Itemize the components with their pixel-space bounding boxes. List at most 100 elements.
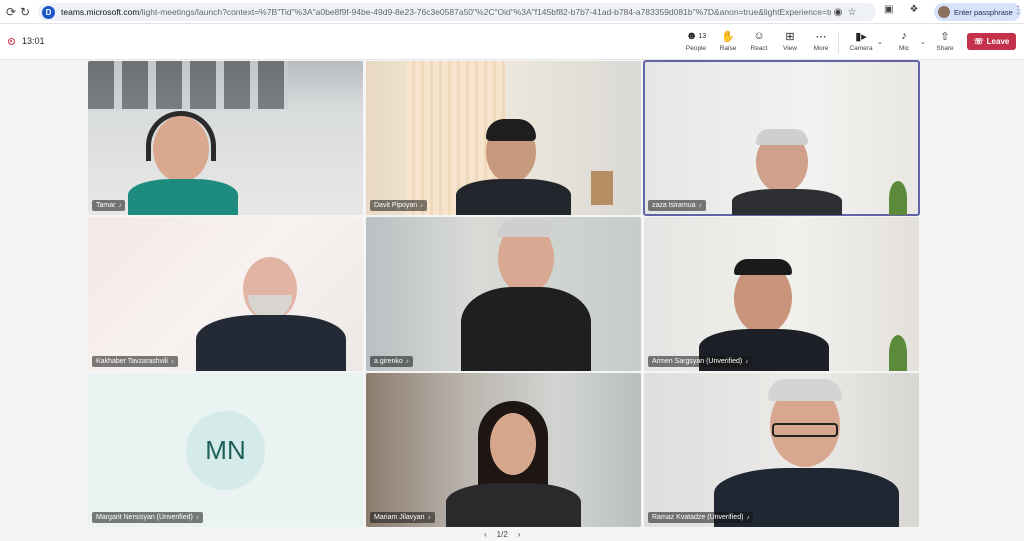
extension-icon[interactable]: ▣ bbox=[884, 4, 893, 15]
more-label: More bbox=[813, 45, 829, 52]
plant bbox=[889, 181, 907, 215]
participant-name-tag: Armen Sargsyan (Unverified) ♪ bbox=[648, 356, 753, 367]
url-text: teams.microsoft.com/light-meetings/launc… bbox=[61, 7, 831, 17]
leave-label: Leave bbox=[986, 37, 1010, 46]
share-tray-icon: ⇧ bbox=[940, 30, 950, 43]
mic-button[interactable]: ♪ Mic bbox=[886, 29, 922, 57]
participant-name-tag: Davit Pipoyan ♪ bbox=[370, 200, 428, 211]
participant-body bbox=[461, 287, 591, 371]
mic-icon: ♪ bbox=[420, 202, 424, 209]
hair-shape bbox=[486, 119, 536, 141]
people-count: 13 bbox=[698, 32, 707, 40]
mic-icon: ♪ bbox=[698, 202, 702, 209]
more-button[interactable]: ⋯ More bbox=[803, 29, 839, 57]
shopping-bag bbox=[591, 171, 613, 205]
mic-icon: ♪ bbox=[405, 358, 409, 365]
people-label: People bbox=[685, 45, 707, 52]
hair-shape bbox=[734, 259, 792, 275]
address-bar[interactable]: D teams.microsoft.com/light-meetings/lau… bbox=[38, 3, 876, 21]
hair-shape bbox=[768, 379, 842, 401]
hang-up-icon: ☏ bbox=[973, 37, 984, 46]
participant-video bbox=[490, 413, 536, 475]
smiley-icon: ☺ bbox=[753, 30, 765, 42]
participant-name-tag: Kakhaber Tavzarashvili ♪ bbox=[92, 356, 178, 367]
video-tile[interactable]: Davit Pipoyan ♪ bbox=[366, 61, 641, 215]
video-tile-active-speaker[interactable]: zaza tsiramua ♪ bbox=[643, 60, 920, 216]
video-tile[interactable]: Armen Sargsyan (Unverified) ♪ bbox=[644, 217, 919, 371]
raise-label: Raise bbox=[719, 45, 737, 52]
participant-name: Ramaz Kvatadze (Unverified) bbox=[652, 514, 744, 521]
leave-button[interactable]: ☏ Leave bbox=[967, 33, 1016, 50]
camera-label: Camera bbox=[849, 45, 873, 52]
video-tile[interactable]: MN Margarit Nersisyan (Unverified) ♪ bbox=[88, 373, 363, 527]
video-tile[interactable]: Ramaz Kvatadze (Unverified) ♪ bbox=[644, 373, 919, 527]
video-tile[interactable]: Tamar ♪ bbox=[88, 61, 363, 215]
mic-icon: ♪ bbox=[746, 514, 750, 521]
recording-icon bbox=[8, 38, 15, 45]
enter-passphrase-button[interactable]: Enter passphrase bbox=[934, 3, 1021, 21]
previous-page-chevron-icon[interactable]: ‹ bbox=[484, 530, 487, 539]
grid-view-icon: ⊞ bbox=[785, 30, 795, 43]
participant-name: zaza tsiramua bbox=[652, 202, 696, 209]
participant-body bbox=[128, 179, 238, 215]
camera-options-chevron-icon[interactable]: ⌄ bbox=[877, 38, 883, 46]
participant-name: a.girenko bbox=[374, 358, 403, 365]
share-button[interactable]: ⇧ Share bbox=[927, 29, 963, 57]
video-tile[interactable]: Kakhaber Tavzarashvili ♪ bbox=[88, 217, 363, 371]
participant-name-tag: Margarit Nersisyan (Unverified) ♪ bbox=[92, 512, 203, 523]
participant-name-tag: Tamar ♪ bbox=[92, 200, 126, 211]
video-stage: Tamar ♪ Davit Pipoyan ♪ zaza tsiramua ♪ Kak… bbox=[0, 60, 1024, 541]
next-page-chevron-icon[interactable]: › bbox=[518, 530, 521, 539]
view-label: View bbox=[783, 45, 797, 52]
camera-icon: ▮▸ bbox=[855, 30, 867, 43]
participant-name: Armen Sargsyan (Unverified) bbox=[652, 358, 743, 365]
participant-name: Tamar bbox=[96, 202, 116, 209]
participant-body bbox=[446, 483, 581, 527]
toolbar-divider bbox=[838, 32, 839, 54]
gallery-pager: ‹ 1/2 › bbox=[484, 530, 520, 539]
browser-menu-icon[interactable]: ⋮ bbox=[1013, 5, 1023, 16]
participant-body bbox=[732, 189, 842, 215]
passphrase-label: Enter passphrase bbox=[954, 7, 1013, 17]
participant-avatar-initials: MN bbox=[186, 411, 265, 490]
participant-name-tag: Ramaz Kvatadze (Unverified) ♪ bbox=[648, 512, 754, 523]
page-indicator: 1/2 bbox=[496, 530, 508, 539]
participant-name-tag: Mariam Jilavyan ♪ bbox=[370, 512, 435, 523]
google-lens-icon[interactable]: ◉ bbox=[831, 5, 845, 19]
mic-icon: ♪ bbox=[118, 202, 122, 209]
people-button[interactable]: ☻ 13 People bbox=[678, 29, 714, 57]
meeting-timer: 13:01 bbox=[22, 36, 45, 46]
more-dots-icon: ⋯ bbox=[815, 30, 827, 43]
plant bbox=[889, 335, 907, 371]
meeting-toolbar: 13:01 ☻ 13 People ✋ Raise ☺ React ⊞ View … bbox=[0, 24, 1024, 60]
glasses-shape bbox=[772, 423, 838, 437]
camera-button[interactable]: ▮▸ Camera bbox=[843, 29, 879, 57]
hand-icon: ✋ bbox=[721, 30, 735, 43]
participant-name: Mariam Jilavyan bbox=[374, 514, 425, 521]
reload-button[interactable]: ↻ bbox=[16, 3, 34, 21]
hair-shape bbox=[498, 219, 554, 237]
mic-options-chevron-icon[interactable]: ⌄ bbox=[920, 38, 926, 46]
puzzle-icon[interactable]: ❖ bbox=[909, 4, 918, 15]
participant-body bbox=[196, 315, 346, 371]
participant-name: Davit Pipoyan bbox=[374, 202, 418, 209]
video-tile[interactable]: Mariam Jilavyan ♪ bbox=[366, 373, 641, 527]
bookmark-star-icon[interactable]: ☆ bbox=[845, 5, 859, 19]
react-label: React bbox=[750, 45, 768, 52]
wall-photos bbox=[88, 61, 288, 109]
participant-name-tag: zaza tsiramua ♪ bbox=[648, 200, 706, 211]
people-icon: ☻ bbox=[685, 30, 698, 42]
participant-body bbox=[456, 179, 571, 215]
hair-shape bbox=[756, 129, 808, 145]
participant-name-tag: a.girenko ♪ bbox=[370, 356, 413, 367]
video-tile[interactable]: a.girenko ♪ bbox=[366, 217, 641, 371]
site-info-icon[interactable]: D bbox=[42, 5, 55, 19]
share-label: Share bbox=[936, 45, 954, 52]
mic-icon: ♪ bbox=[745, 358, 749, 365]
browser-toolbar: ⟳ ↻ D teams.microsoft.com/light-meetings… bbox=[0, 0, 1024, 24]
mic-icon: ♪ bbox=[427, 514, 431, 521]
mic-label: Mic bbox=[898, 45, 910, 52]
mic-icon: ♪ bbox=[170, 358, 174, 365]
profile-avatar bbox=[938, 6, 950, 18]
headset-shape bbox=[146, 111, 216, 161]
